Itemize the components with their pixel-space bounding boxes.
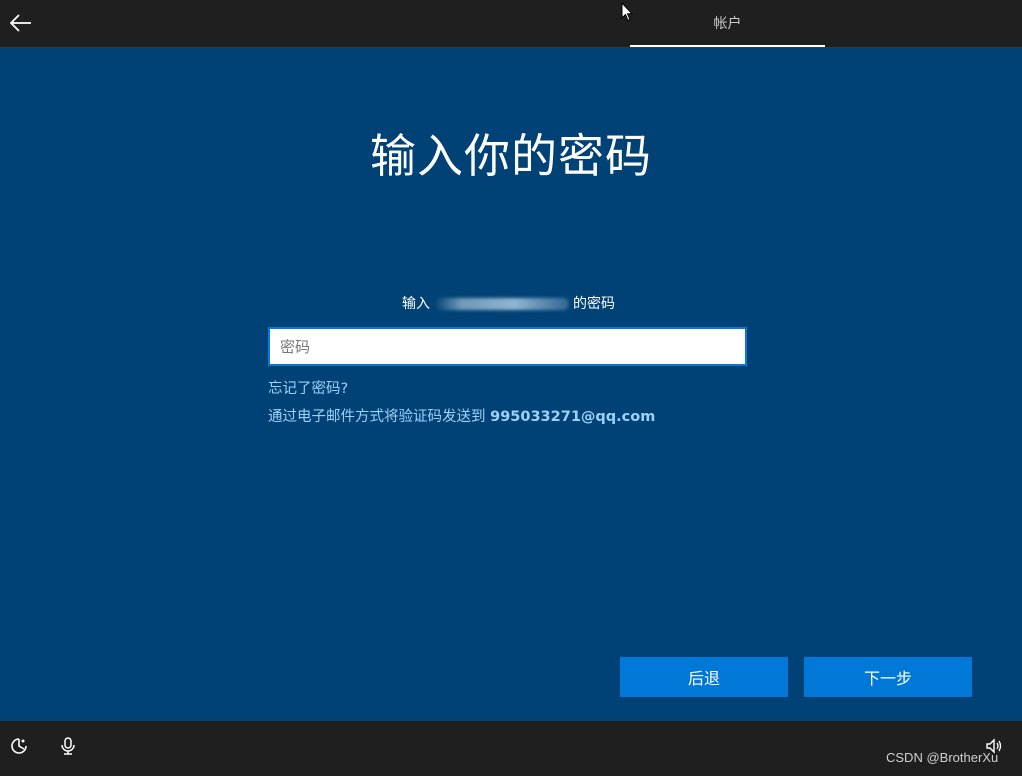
page-title: 输入你的密码 xyxy=(370,129,652,183)
ease-of-access-icon[interactable] xyxy=(8,735,30,757)
prompt-suffix: 的密码 xyxy=(573,296,615,312)
password-prompt: 输入 的密码 xyxy=(0,293,1017,313)
prompt-prefix: 输入 xyxy=(402,296,430,312)
top-bar: 帐户 xyxy=(0,0,1022,48)
microphone-icon[interactable] xyxy=(57,735,79,757)
tab-account[interactable]: 帐户 xyxy=(630,0,825,47)
password-input[interactable] xyxy=(268,327,747,366)
next-button[interactable]: 下一步 xyxy=(804,657,972,697)
back-button[interactable]: 后退 xyxy=(620,657,788,697)
send-code-email-link[interactable]: 通过电子邮件方式将验证码发送到 995033271@qq.com xyxy=(268,405,655,426)
watermark: CSDN @BrotherXu xyxy=(886,750,999,765)
forgot-password-link[interactable]: 忘记了密码? xyxy=(268,377,348,398)
mouse-cursor-icon xyxy=(621,1,634,26)
back-arrow-icon[interactable] xyxy=(8,10,34,36)
bottom-bar xyxy=(0,721,1022,776)
send-code-label: 通过电子邮件方式将验证码发送到 xyxy=(268,409,486,425)
redacted-email xyxy=(434,298,569,310)
email-address: 995033271@qq.com xyxy=(490,409,656,425)
